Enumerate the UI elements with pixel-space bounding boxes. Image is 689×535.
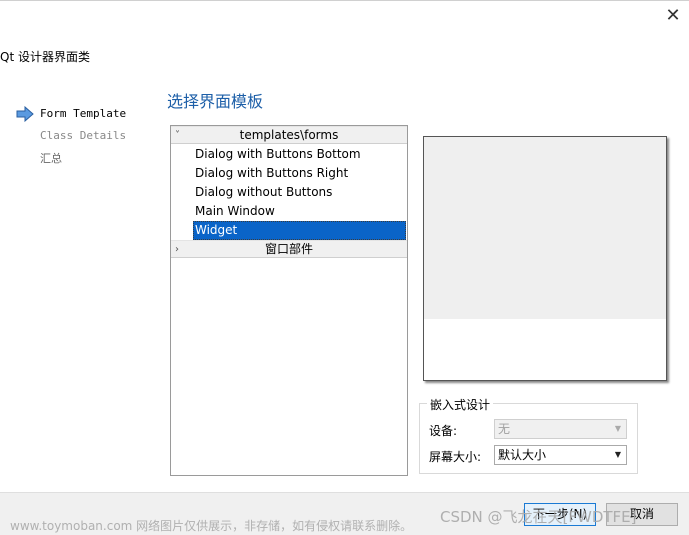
device-value: 无 [498, 422, 511, 436]
tree-category-widgets[interactable]: › 窗口部件 [171, 240, 407, 258]
dropdown-arrow-icon[interactable]: ▼ [615, 446, 621, 464]
template-item[interactable]: Dialog with Buttons Right [193, 164, 406, 183]
wizard-step-form-template: Form Template [40, 107, 127, 120]
current-step-arrow-icon [16, 106, 34, 122]
template-item[interactable]: Main Window [193, 202, 406, 221]
chevron-down-icon[interactable]: ˅ [175, 127, 180, 144]
wizard-step-class-details: Class Details [40, 129, 127, 142]
template-item-selected[interactable]: Widget [193, 221, 406, 240]
window-title: Qt 设计器界面类 [0, 50, 90, 64]
tree-category-label: 窗口部件 [264, 242, 313, 256]
window-top-border [0, 0, 689, 1]
template-tree[interactable]: ˅ templates\forms Dialog with Buttons Bo… [170, 125, 408, 476]
wizard-step-summary: 汇总 [40, 152, 62, 165]
dropdown-arrow-icon: ▼ [614, 424, 621, 433]
screen-size-value: 默认大小 [498, 448, 547, 462]
tree-category-label: templates\forms [239, 128, 339, 142]
template-item[interactable]: Dialog without Buttons [193, 183, 406, 202]
template-item[interactable]: Dialog with Buttons Bottom [193, 145, 406, 164]
watermark-text: www.toymoban.com 网络图片仅供展示，非存储，如有侵权请联系删除。 [10, 519, 413, 533]
preview-widget-area [424, 137, 666, 319]
chevron-right-icon[interactable]: › [175, 241, 179, 258]
embedded-design-title: 嵌入式设计 [427, 396, 494, 413]
page-title: 选择界面模板 [167, 92, 264, 111]
screen-size-select[interactable]: 默认大小 ▼ [494, 445, 627, 465]
screen-size-label: 屏幕大小: [429, 450, 482, 464]
close-icon[interactable]: ✕ [662, 6, 684, 28]
device-select: 无 ▼ [494, 419, 627, 439]
watermark-csdn: CSDN @飞龙在天[FWDTFE] [440, 508, 637, 526]
device-label: 设备: [429, 424, 458, 438]
template-preview [423, 136, 667, 381]
tree-category-forms[interactable]: ˅ templates\forms [171, 126, 407, 144]
